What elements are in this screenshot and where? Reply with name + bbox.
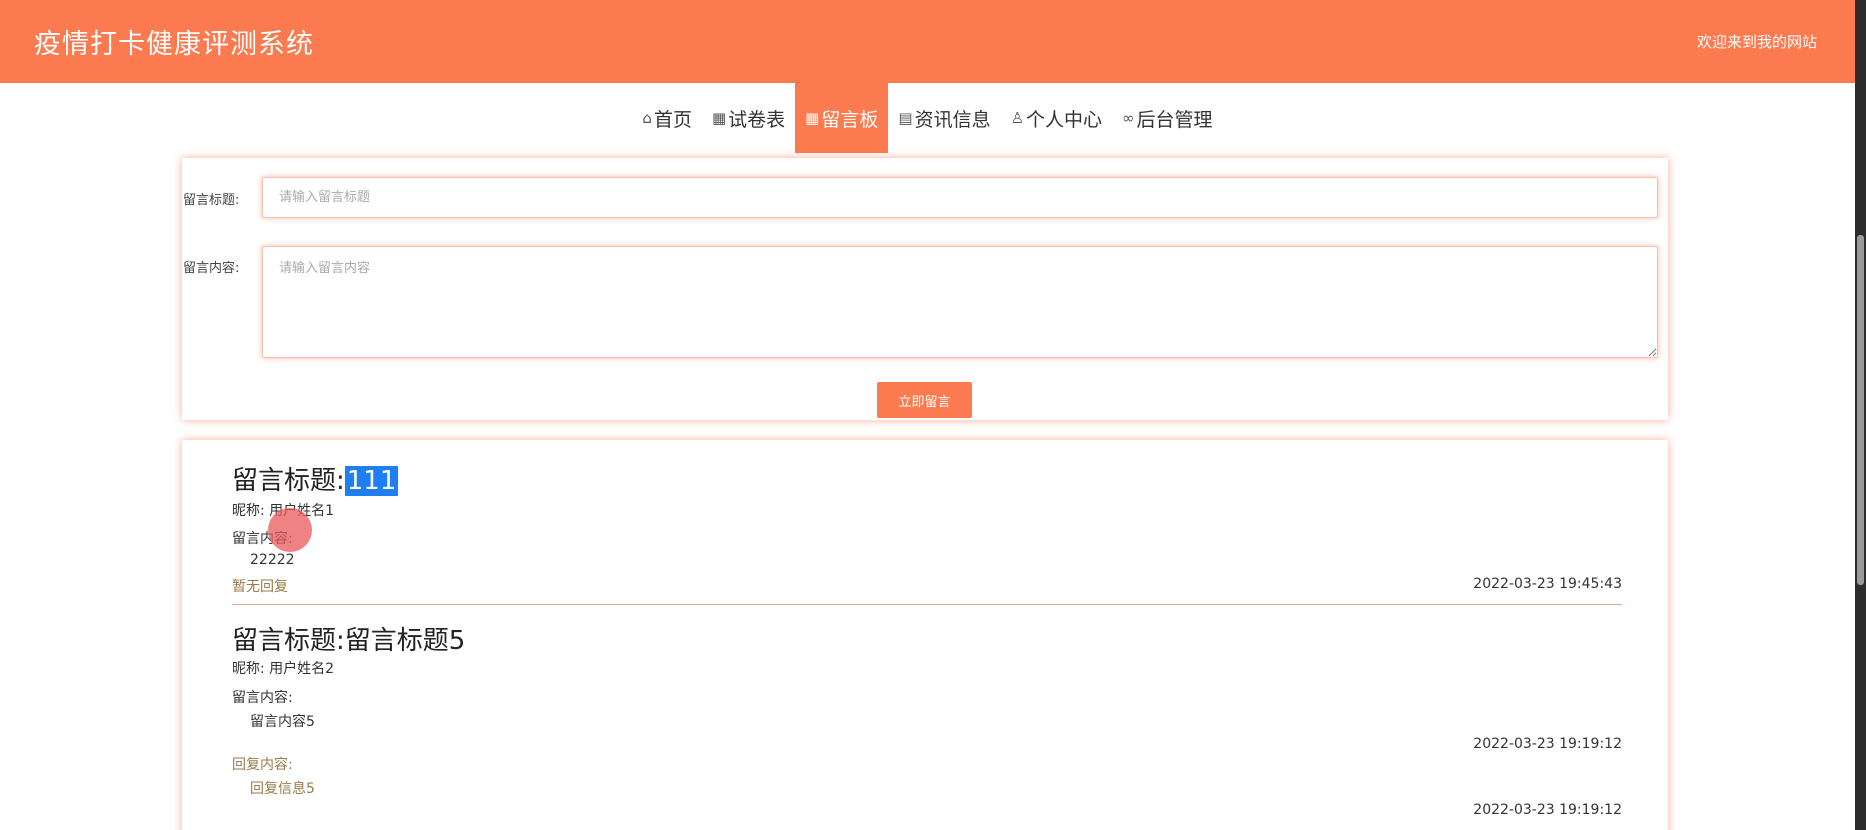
news-icon: ▤ bbox=[898, 109, 913, 127]
nav-item-label: 个人中心 bbox=[1026, 108, 1103, 131]
browser-viewport: 疫情打卡健康评测系统 欢迎来到我的网站 ⌂ 首页 ▦ 试卷表 ▦ 留言板 ▤ 资… bbox=[0, 0, 1855, 830]
message-nickname: 昵称: 用户姓名1 bbox=[232, 503, 334, 519]
message-content: 留言内容5 bbox=[250, 714, 315, 730]
home-icon: ⌂ bbox=[642, 109, 652, 127]
nav-item-home[interactable]: ⌂ 首页 bbox=[632, 83, 702, 153]
message-content-label: 留言内容: bbox=[232, 690, 293, 706]
nav-item-label: 后台管理 bbox=[1136, 108, 1213, 131]
reply-content: 回复信息5 bbox=[250, 781, 315, 797]
nav-item-label: 留言板 bbox=[821, 108, 879, 131]
nav-item-exam[interactable]: ▦ 试卷表 bbox=[702, 83, 795, 153]
message-title: 留言标题:111 bbox=[232, 460, 1622, 497]
message-content-label: 留言内容: bbox=[232, 531, 293, 547]
message-item: 留言标题:111 bbox=[232, 460, 1622, 497]
message-title-prefix: 留言标题: bbox=[232, 466, 345, 496]
message-title-prefix: 留言标题: bbox=[232, 626, 345, 656]
main-nav: ⌂ 首页 ▦ 试卷表 ▦ 留言板 ▤ 资讯信息 ♙ 个人中心 ∞ 后台管理 bbox=[0, 83, 1855, 153]
nav-item-message-board[interactable]: ▦ 留言板 bbox=[795, 83, 889, 153]
cursor-indicator bbox=[268, 508, 312, 552]
message-title-value[interactable]: 111 bbox=[344, 466, 399, 496]
site-title: 疫情打卡健康评测系统 bbox=[34, 29, 314, 60]
nav-item-label: 首页 bbox=[653, 108, 692, 131]
site-header: 疫情打卡健康评测系统 欢迎来到我的网站 bbox=[0, 0, 1855, 83]
reply-status: 暂无回复 bbox=[232, 579, 288, 595]
message-title: 留言标题:留言标题5 bbox=[232, 620, 1622, 657]
message-title-value: 留言标题5 bbox=[344, 626, 466, 656]
message-form: 留言标题: 留言内容: 立即留言 bbox=[182, 158, 1668, 420]
submit-message-button[interactable]: 立即留言 bbox=[877, 382, 972, 418]
window-scrollbar[interactable] bbox=[1855, 0, 1866, 830]
link-icon: ∞ bbox=[1122, 109, 1135, 127]
title-label: 留言标题: bbox=[183, 193, 240, 208]
content-textarea[interactable] bbox=[262, 246, 1658, 358]
nav-item-profile[interactable]: ♙ 个人中心 bbox=[1001, 83, 1112, 153]
reply-label: 回复内容: bbox=[232, 757, 293, 773]
reply-time: 2022-03-23 19:19:12 bbox=[1473, 802, 1622, 818]
nav-item-label: 资讯信息 bbox=[914, 108, 991, 131]
message-time: 2022-03-23 19:45:43 bbox=[1473, 576, 1622, 592]
nav-item-label: 试卷表 bbox=[728, 108, 786, 131]
title-input[interactable] bbox=[262, 177, 1658, 218]
exam-icon: ▦ bbox=[711, 109, 727, 127]
message-content: 22222 bbox=[250, 552, 295, 568]
message-board-icon: ▦ bbox=[805, 109, 820, 127]
message-divider bbox=[232, 604, 1622, 605]
message-item: 留言标题:留言标题5 bbox=[232, 620, 1622, 657]
message-nickname: 昵称: 用户姓名2 bbox=[232, 661, 335, 677]
message-list: 留言标题:111 昵称: 用户姓名1 留言内容: 22222 暂无回复 2022… bbox=[182, 440, 1668, 830]
nav-item-admin[interactable]: ∞ 后台管理 bbox=[1112, 83, 1223, 153]
nav-item-news[interactable]: ▤ 资讯信息 bbox=[888, 83, 1000, 153]
user-icon: ♙ bbox=[1010, 109, 1025, 127]
message-time: 2022-03-23 19:19:12 bbox=[1473, 736, 1622, 752]
welcome-text: 欢迎来到我的网站 bbox=[1696, 33, 1817, 51]
content-label: 留言内容: bbox=[183, 261, 240, 276]
scroll-thumb[interactable] bbox=[1857, 235, 1864, 585]
